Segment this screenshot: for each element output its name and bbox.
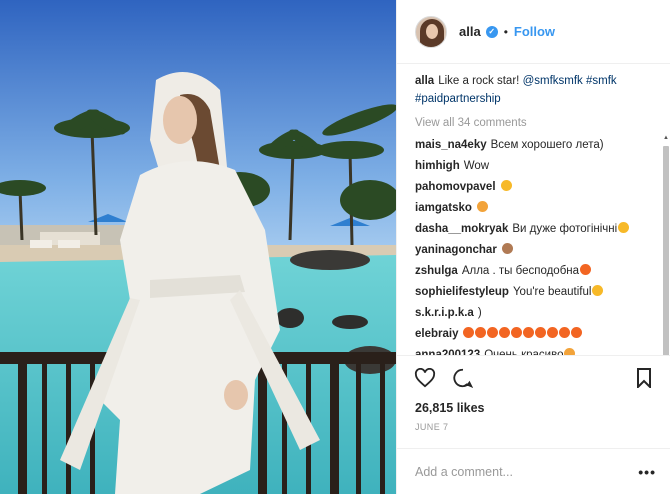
comment-text: You're beautiful: [512, 286, 592, 298]
comment-username[interactable]: dasha__mokryak: [415, 223, 508, 235]
fire-emoji-icon: [463, 327, 475, 338]
post-date[interactable]: JUNE 7: [397, 422, 670, 436]
add-comment-bar: •••: [397, 448, 670, 494]
verified-badge-icon: ✓: [485, 25, 498, 38]
comment-username[interactable]: mais_na4eky: [415, 139, 487, 151]
muscle-emoji-icon: [501, 243, 513, 254]
comment-rows: mais_na4eky Всем хорошего лета) himhigh Wow…: [415, 136, 656, 355]
comment-text: Ви дуже фотогінічні: [512, 223, 618, 235]
heart-icon[interactable]: [413, 366, 437, 390]
caption-tag[interactable]: #paidpartnership: [415, 93, 501, 105]
fire-emoji-icon: [487, 327, 499, 338]
comment-username[interactable]: s.k.r.i.p.k.a: [415, 307, 474, 319]
caption-tag[interactable]: #smfk: [586, 75, 617, 87]
comment-username[interactable]: anna200123: [415, 349, 480, 355]
bookmark-icon[interactable]: [632, 366, 656, 390]
caption-tag[interactable]: @smfksmfk: [523, 75, 583, 87]
add-comment-input[interactable]: [415, 464, 639, 479]
fire-emoji-icon: [571, 327, 583, 338]
comment-row: yaninagonchar: [415, 241, 656, 259]
comment-row: himhigh Wow: [415, 157, 656, 175]
post-photo-illustration: [0, 0, 396, 494]
comment-row: sophielifestyleup You're beautiful: [415, 283, 656, 301]
header-separator: •: [503, 24, 508, 39]
comment-row: s.k.r.i.p.k.a): [415, 304, 656, 322]
comment-row: zshulga Алла . ты бесподобна: [415, 262, 656, 280]
comment-text: Алла . ты бесподобна: [461, 265, 580, 277]
comment-text: ): [477, 307, 482, 319]
fire-emoji-icon: [523, 327, 535, 338]
comment-username[interactable]: pahomovpavel: [415, 181, 496, 193]
fire-emoji-icon: [559, 327, 571, 338]
comment-text: Очень красиво: [484, 349, 564, 355]
fire-emoji-icon: [475, 327, 487, 338]
comment-row: pahomovpavel: [415, 178, 656, 196]
caption-username[interactable]: alla: [415, 75, 434, 87]
comment-username[interactable]: yaninagonchar: [415, 244, 497, 256]
instagram-post: alla ✓ • Follow alla Like a rock star! @s…: [0, 0, 670, 494]
fire-emoji-icon: [511, 327, 523, 338]
follow-button[interactable]: Follow: [514, 24, 555, 39]
comments-scrollbar[interactable]: ▲ ▼: [662, 134, 670, 355]
post-actions: [397, 355, 670, 399]
comment-username[interactable]: elebraiy: [415, 328, 458, 340]
header-username[interactable]: alla: [459, 24, 481, 39]
post-caption: alla Like a rock star! @smfksmfk #smfk #p…: [415, 72, 656, 108]
comment-username[interactable]: iamgatsko: [415, 202, 472, 214]
comment-username[interactable]: himhigh: [415, 160, 460, 172]
comment-icon[interactable]: [451, 366, 475, 390]
comment-row: dasha__mokryak Ви дуже фотогінічні: [415, 220, 656, 238]
view-all-comments-link[interactable]: View all 34 comments: [415, 114, 656, 132]
post-photo[interactable]: [0, 0, 396, 494]
fire-emoji-icon: [535, 327, 547, 338]
post-header: alla ✓ • Follow: [397, 0, 670, 64]
likes-count[interactable]: 26,815 likes: [397, 399, 670, 417]
scrollbar-thumb[interactable]: [663, 146, 669, 355]
avatar-face: [426, 23, 438, 39]
comment-row: mais_na4eky Всем хорошего лета): [415, 136, 656, 154]
fire-emoji-icon: [547, 327, 559, 338]
comment-row: iamgatsko: [415, 199, 656, 217]
heart-eyes-cat-emoji-icon: [564, 348, 576, 355]
heart-eyes-emoji-icon: [592, 285, 604, 296]
heart-eyes-cat-emoji-icon: [476, 201, 488, 212]
fire-emoji-icon: [580, 264, 592, 275]
heart-eyes-emoji-icon: [500, 180, 512, 191]
more-options-icon[interactable]: •••: [638, 464, 656, 480]
comments-list[interactable]: alla Like a rock star! @smfksmfk #smfk #p…: [397, 64, 670, 355]
comment-row: elebraiy: [415, 325, 656, 343]
avatar[interactable]: [415, 15, 447, 48]
post-side-panel: alla ✓ • Follow alla Like a rock star! @s…: [396, 0, 670, 494]
comment-text: Всем хорошего лета): [490, 139, 604, 151]
comment-row: anna200123 Очень красиво: [415, 346, 656, 355]
caption-text: Like a rock star!: [438, 75, 520, 87]
comment-username[interactable]: sophielifestyleup: [415, 286, 509, 298]
scroll-up-arrow-icon[interactable]: ▲: [662, 134, 670, 142]
fire-emoji-icon: [499, 327, 511, 338]
comment-username[interactable]: zshulga: [415, 265, 458, 277]
comment-text: Wow: [463, 160, 490, 172]
heart-eyes-emoji-icon: [618, 222, 630, 233]
